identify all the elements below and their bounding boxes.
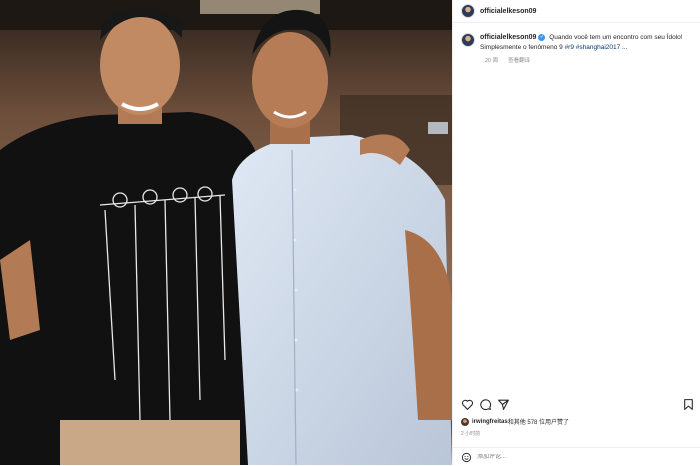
post-header: officialelkeson09: [453, 0, 700, 23]
post-side-panel: officialelkeson09 officialelkeson09 ✓ Qua…: [452, 0, 700, 465]
likes-summary: irwingfreitas 和其他 578 位用户赞了: [461, 417, 569, 426]
liker-avatar[interactable]: [461, 417, 469, 426]
post-caption: officialelkeson09 ✓ Quando você tem um en…: [461, 33, 695, 53]
caption-hashtags[interactable]: #r9 #shanghai2017 ...: [565, 44, 628, 51]
likes-text[interactable]: 和其他 578 位用户赞了: [508, 417, 569, 426]
verified-badge-icon: ✓: [538, 33, 546, 41]
post-time: 2 小时前: [461, 431, 481, 437]
author-avatar[interactable]: [461, 4, 475, 18]
post-photo[interactable]: [0, 0, 452, 465]
caption-avatar[interactable]: [461, 33, 475, 47]
comment-icon[interactable]: [479, 398, 492, 411]
translate-link[interactable]: 查看翻译: [508, 56, 530, 64]
emoji-icon[interactable]: [461, 452, 472, 463]
share-icon[interactable]: [497, 398, 510, 411]
caption-text-block: officialelkeson09 ✓ Quando você tem um en…: [480, 33, 694, 53]
caption-meta: 20 周 查看翻译: [485, 56, 530, 64]
heart-icon[interactable]: [461, 398, 474, 411]
comment-bar: [453, 447, 700, 466]
caption-age: 20 周: [485, 58, 499, 64]
action-bar: [461, 397, 695, 411]
bookmark-icon[interactable]: [682, 398, 695, 411]
liked-by-user[interactable]: irwingfreitas: [472, 419, 508, 425]
author-username[interactable]: officialelkeson09: [480, 8, 536, 15]
caption-username[interactable]: officialelkeson09: [480, 34, 536, 41]
photo-illustration: [0, 0, 452, 465]
comment-input[interactable]: [477, 454, 677, 460]
